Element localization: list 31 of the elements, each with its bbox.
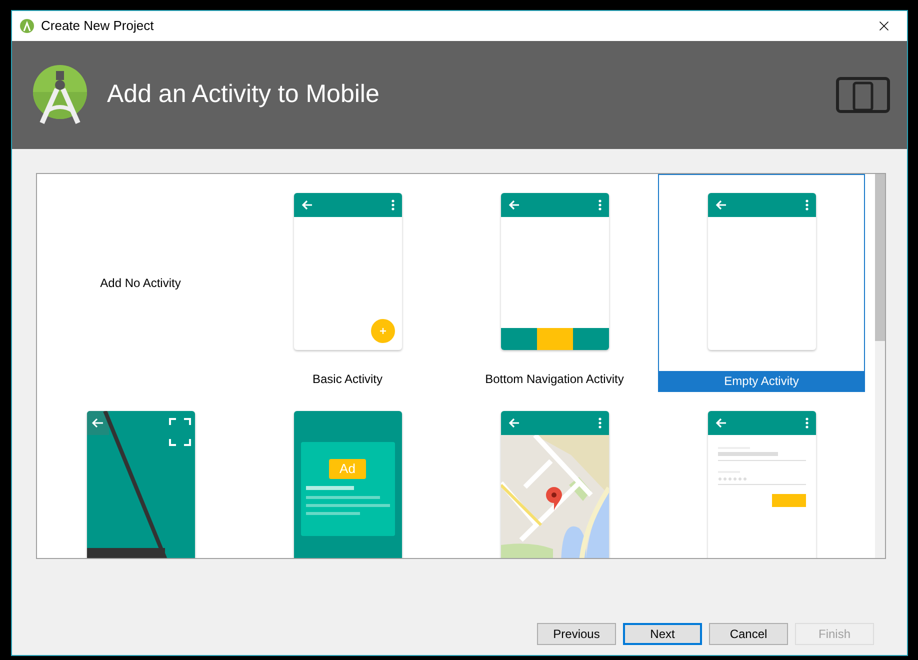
selected-nav-item <box>536 328 572 350</box>
app-logo-icon <box>20 19 34 33</box>
scrollbar-thumb[interactable] <box>875 174 885 341</box>
plus-fab-icon <box>370 319 394 343</box>
more-dots-icon <box>804 417 808 429</box>
activity-label: Basic Activity <box>311 371 384 388</box>
more-dots-icon <box>598 199 602 211</box>
window-title: Create New Project <box>41 17 154 36</box>
dialog-button[interactable]: Next <box>623 623 702 645</box>
back-arrow-icon <box>508 417 520 429</box>
activity-option[interactable]: Bottom Navigation Activity <box>451 174 658 392</box>
more-dots-icon <box>598 417 602 429</box>
ad-label: Ad <box>328 459 366 479</box>
activity-option[interactable]: Add No Activity <box>37 174 244 392</box>
activity-label: Add No Activity <box>99 275 182 292</box>
more-dots-icon <box>390 199 394 211</box>
page-heading: Add an Activity to Mobile <box>107 79 380 110</box>
activity-label: Empty Activity <box>659 371 864 391</box>
activity-label: Bottom Navigation Activity <box>484 371 625 388</box>
back-arrow-icon <box>714 417 726 429</box>
dialog-button[interactable]: Cancel <box>709 623 788 645</box>
back-arrow-icon <box>508 199 520 211</box>
tablet-phone-icon <box>836 77 890 113</box>
text-lines-icon <box>306 486 390 516</box>
back-arrow-icon <box>300 199 312 211</box>
activity-option[interactable]: Basic Activity <box>244 174 451 392</box>
back-arrow-icon <box>714 199 726 211</box>
compass-logo-icon <box>33 65 87 125</box>
dialog-button[interactable]: Previous <box>537 623 616 645</box>
activity-option[interactable]: Empty Activity <box>658 174 865 392</box>
more-dots-icon <box>804 199 808 211</box>
